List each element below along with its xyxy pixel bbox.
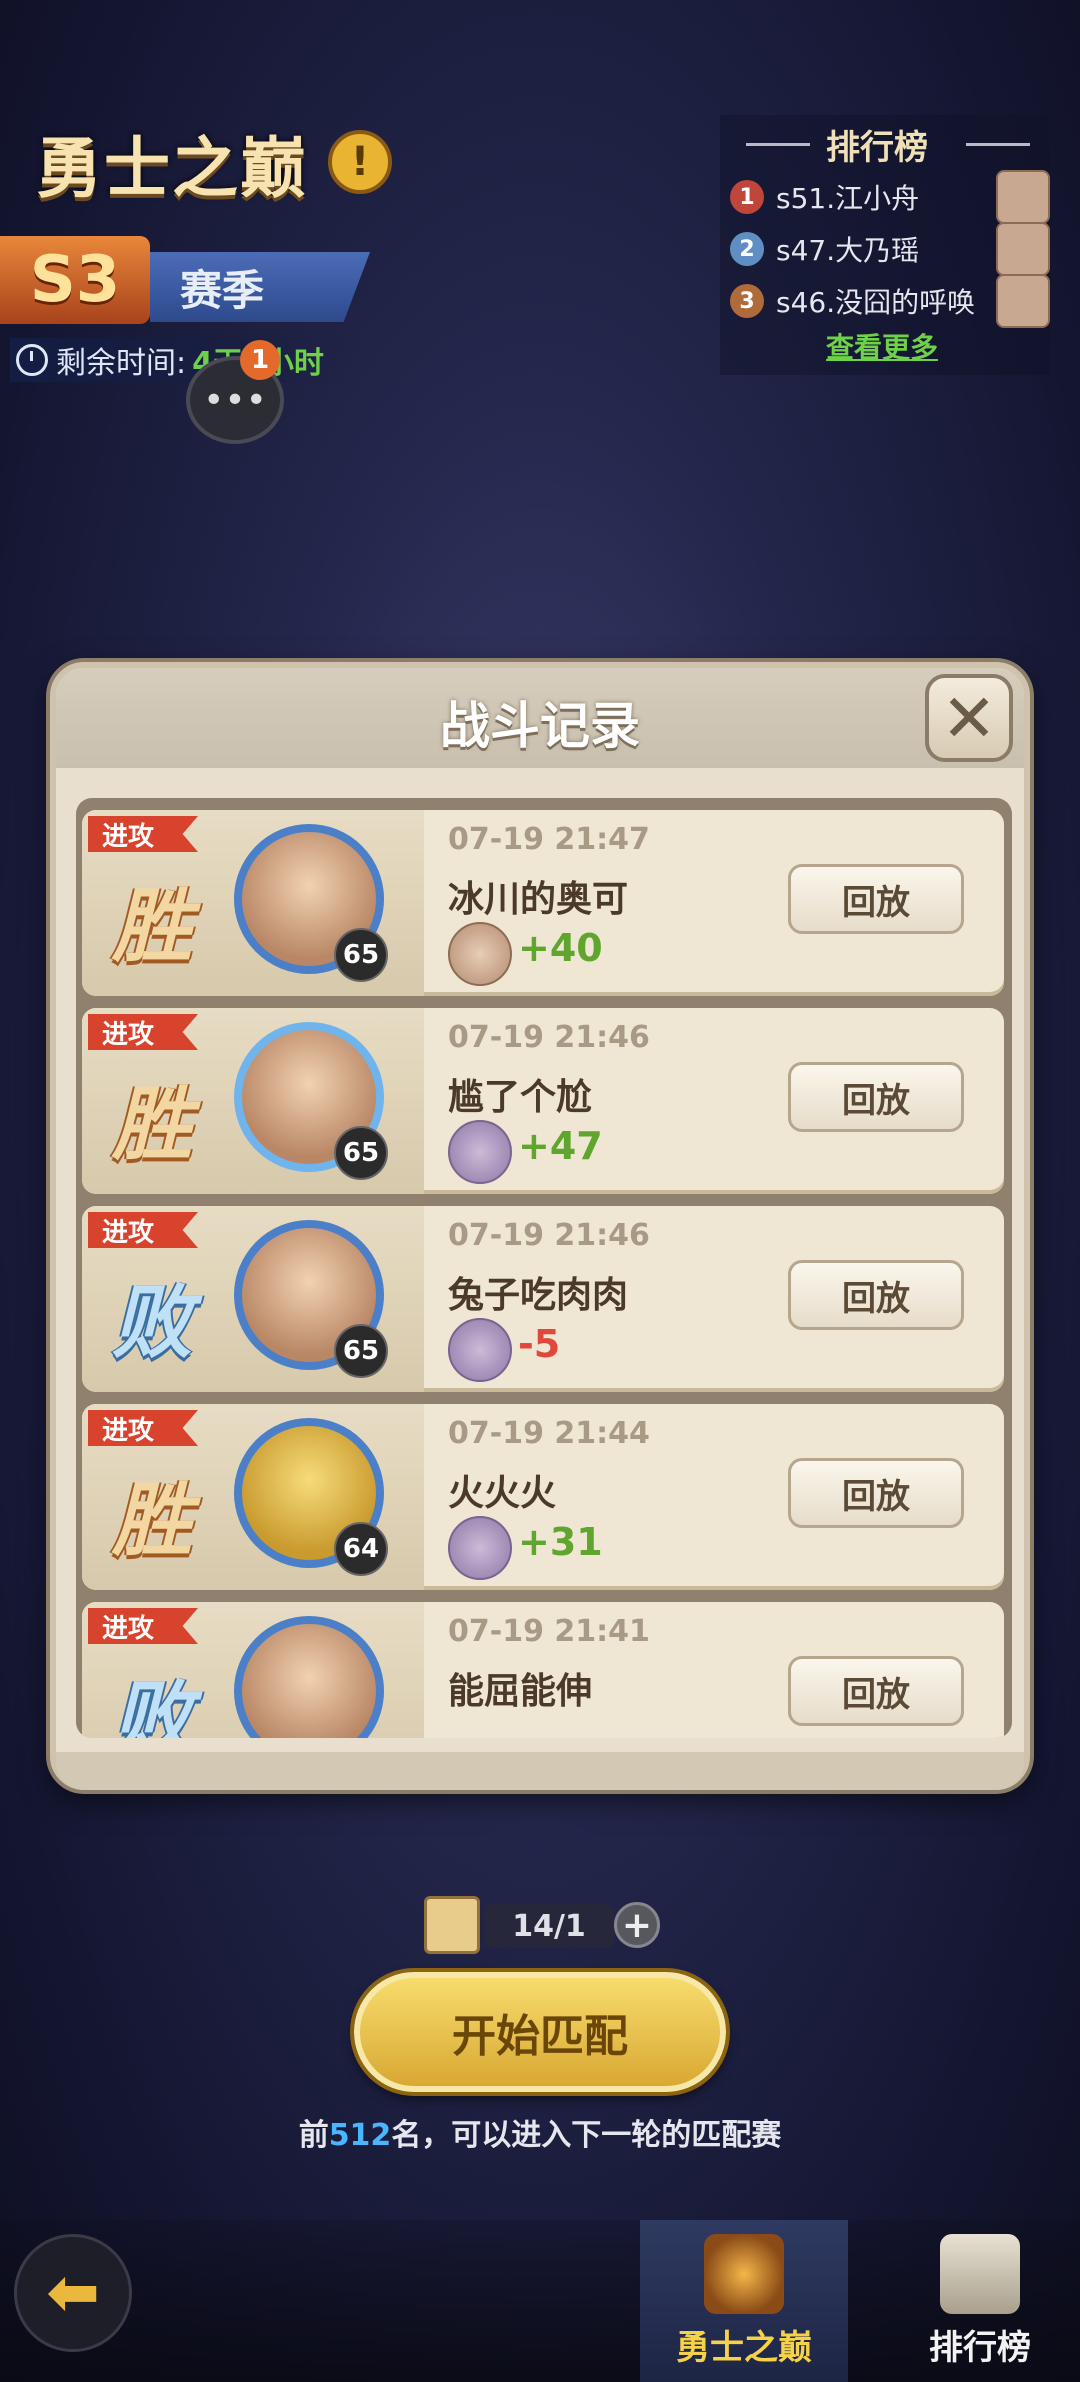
avatar — [996, 274, 1050, 328]
leaderboard-title: 排行榜 — [826, 128, 928, 168]
avatar — [996, 222, 1050, 276]
battle-record-row: 进攻 败 65 07-19 21:46 兔子吃肉肉 -5 回放 — [82, 1206, 1004, 1392]
attack-tag: 进攻 — [88, 816, 198, 852]
record-time: 07-19 21:44 — [448, 1416, 650, 1451]
remaining-time-row: 剩余时间: 4天3小时 — [10, 338, 370, 382]
add-ticket-button[interactable]: + — [614, 1902, 660, 1948]
tab-leaderboard-label: 排行榜 — [929, 2328, 1031, 2368]
replay-button[interactable]: 回放 — [788, 1062, 964, 1132]
battle-record-row: 进攻 胜 64 07-19 21:44 火火火 +31 回放 — [82, 1404, 1004, 1590]
tip-number: 512 — [328, 2118, 392, 2153]
opponent-name: 尴了个尬 — [448, 1077, 593, 1118]
record-time: 07-19 21:41 — [448, 1614, 650, 1649]
result-label: 败 — [112, 1672, 192, 1738]
leaderboard-entry[interactable]: 3 s46.没囧的呼唤 — [730, 274, 1050, 328]
back-arrow-icon[interactable]: ⬅ — [14, 2234, 132, 2352]
replay-button[interactable]: 回放 — [788, 1260, 964, 1330]
battle-record-row: 进攻 胜 65 07-19 21:46 尴了个尬 +47 回放 — [82, 1008, 1004, 1194]
chat-unread-badge: 1 — [240, 340, 280, 380]
leaderboard-entry-name: s47.大乃瑶 — [776, 234, 920, 267]
season-label: 赛季 — [150, 252, 370, 322]
ticket-counter: 14/1 + — [424, 1896, 660, 1954]
tab-warrior-peak-label: 勇士之巅 — [676, 2328, 812, 2368]
attack-tag: 进攻 — [88, 1410, 198, 1446]
attack-tag: 进攻 — [88, 1608, 198, 1644]
rank-tier-icon — [448, 1318, 512, 1382]
podium-icon — [940, 2234, 1020, 2314]
rank-medal-icon: 1 — [730, 180, 764, 214]
tip-prefix: 前 — [298, 2118, 329, 2153]
opponent-name: 能屈能伸 — [448, 1671, 593, 1712]
level-badge: 65 — [334, 1126, 388, 1180]
modal-footer — [56, 1752, 1024, 1790]
battle-record-row: 进攻 胜 65 07-19 21:47 冰川的奥可 +40 回放 — [82, 810, 1004, 996]
rank-medal-icon: 3 — [730, 284, 764, 318]
page-title: 勇士之巅 — [36, 130, 308, 207]
tab-warrior-peak[interactable]: 勇士之巅 — [640, 2220, 848, 2382]
remaining-time-label: 剩余时间: — [56, 346, 187, 381]
start-match-button[interactable]: 开始匹配 — [354, 1972, 726, 2092]
attack-tag: 进攻 — [88, 1014, 198, 1050]
leaderboard-entry-name: s51.江小舟 — [776, 182, 920, 215]
record-time: 07-19 21:46 — [448, 1020, 650, 1055]
ticket-count: 14/1 — [484, 1904, 614, 1948]
record-time: 07-19 21:47 — [448, 822, 650, 857]
divider-right — [966, 143, 1030, 146]
battle-record-list[interactable]: 进攻 胜 65 07-19 21:47 冰川的奥可 +40 回放 进攻 胜 65… — [76, 798, 1012, 1738]
replay-button[interactable]: 回放 — [788, 1458, 964, 1528]
level-badge: 64 — [334, 1522, 388, 1576]
avatar — [996, 170, 1050, 224]
season-code-badge: S3 — [0, 236, 150, 324]
leaderboard-entry[interactable]: 1 s51.江小舟 — [730, 170, 1050, 224]
record-time: 07-19 21:46 — [448, 1218, 650, 1253]
attack-tag: 进攻 — [88, 1212, 198, 1248]
rank-tier-icon — [448, 1516, 512, 1580]
opponent-name: 火火火 — [448, 1473, 557, 1514]
match-tip: 前512名，可以进入下一轮的匹配赛 — [0, 2110, 1080, 2154]
view-more-link[interactable]: 查看更多 — [826, 326, 938, 366]
rank-medal-icon: 2 — [730, 232, 764, 266]
score-delta: -5 — [518, 1322, 561, 1366]
info-icon[interactable]: ! — [328, 130, 392, 194]
leaderboard-entry[interactable]: 2 s47.大乃瑶 — [730, 222, 1050, 276]
flame-trophy-icon — [704, 2234, 784, 2314]
clock-icon — [16, 344, 48, 376]
close-button[interactable]: ✕ — [925, 674, 1013, 762]
rank-tier-icon — [448, 922, 512, 986]
result-label: 胜 — [112, 880, 192, 973]
result-label: 败 — [112, 1276, 192, 1369]
leaderboard-entry-name: s46.没囧的呼唤 — [776, 286, 976, 319]
opponent-name: 冰川的奥可 — [448, 879, 629, 920]
rank-tier-icon — [448, 1120, 512, 1184]
replay-button[interactable]: 回放 — [788, 1656, 964, 1726]
level-badge: 65 — [334, 1324, 388, 1378]
scroll-ticket-icon — [424, 1896, 480, 1954]
score-delta: +40 — [518, 926, 603, 970]
result-label: 胜 — [112, 1078, 192, 1171]
battle-record-row: 进攻 败 07-19 21:41 能屈能伸 回放 — [82, 1602, 1004, 1738]
divider-left — [746, 143, 810, 146]
modal-title: 战斗记录 — [440, 697, 640, 755]
score-delta: +31 — [518, 1520, 603, 1564]
level-badge: 65 — [334, 928, 388, 982]
score-delta: +47 — [518, 1124, 603, 1168]
replay-button[interactable]: 回放 — [788, 864, 964, 934]
result-label: 胜 — [112, 1474, 192, 1567]
tab-leaderboard[interactable]: 排行榜 — [880, 2220, 1080, 2382]
opponent-name: 兔子吃肉肉 — [448, 1275, 629, 1316]
tip-suffix: 名，可以进入下一轮的匹配赛 — [391, 2118, 782, 2153]
